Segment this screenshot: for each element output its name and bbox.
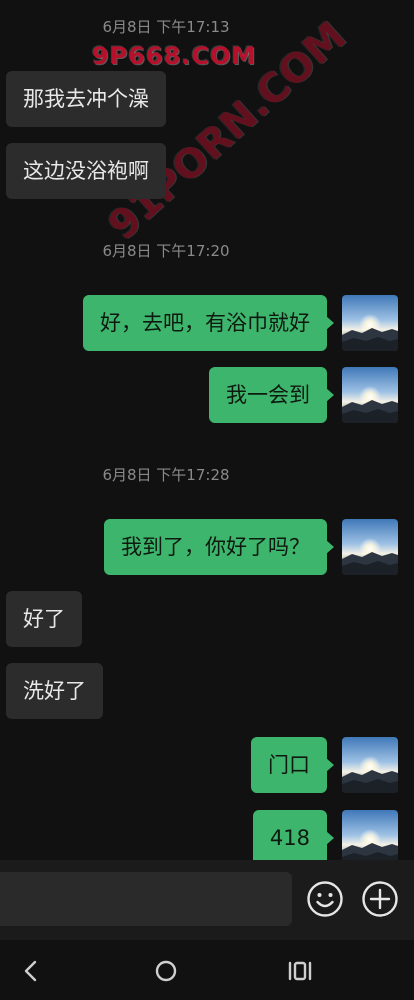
timestamp: 6月8日 下午17:28 <box>102 466 230 484</box>
message-bubble-outgoing[interactable]: 门口 <box>251 737 334 793</box>
message-input[interactable] <box>0 872 292 926</box>
add-button[interactable] <box>361 880 399 918</box>
avatar-sunset-image <box>342 810 398 860</box>
recents-icon <box>288 961 312 981</box>
avatar[interactable] <box>342 737 398 793</box>
recents-button[interactable] <box>284 955 316 987</box>
avatar[interactable] <box>342 810 398 860</box>
emoji-icon <box>307 881 343 917</box>
avatar[interactable] <box>342 367 398 423</box>
home-icon <box>155 960 177 982</box>
message-bubble-incoming[interactable]: 这边没浴袍啊 <box>6 143 166 199</box>
emoji-button[interactable] <box>306 880 344 918</box>
watermark-top: 9P668.COM <box>92 42 257 70</box>
avatar-sunset-image <box>342 367 398 423</box>
message-bubble-outgoing[interactable]: 418 <box>252 810 335 860</box>
timestamp: 6月8日 下午17:20 <box>102 242 230 260</box>
plus-icon <box>362 881 398 917</box>
message-bubble-outgoing[interactable]: 我一会到 <box>209 367 334 423</box>
system-nav-bar <box>0 940 414 1000</box>
timestamp: 6月8日 下午17:13 <box>102 18 230 36</box>
message-bubble-incoming[interactable]: 洗好了 <box>6 663 103 719</box>
message-bubble-incoming[interactable]: 那我去冲个澡 <box>6 71 166 127</box>
message-bubble-outgoing[interactable]: 好，去吧，有浴巾就好 <box>83 295 334 351</box>
home-button[interactable] <box>150 955 182 987</box>
back-button[interactable] <box>15 955 47 987</box>
avatar[interactable] <box>342 519 398 575</box>
avatar-sunset-image <box>342 295 398 351</box>
avatar[interactable] <box>342 295 398 351</box>
input-bar <box>0 860 414 940</box>
chat-area[interactable]: 9P668.COM 91PORN.COM 6月8日 下午17:13 那我去冲个澡… <box>0 0 414 860</box>
back-icon <box>24 960 37 982</box>
avatar-sunset-image <box>342 737 398 793</box>
message-bubble-incoming[interactable]: 好了 <box>6 591 82 647</box>
avatar-sunset-image <box>342 519 398 575</box>
message-bubble-outgoing[interactable]: 我到了，你好了吗？ <box>104 519 334 575</box>
